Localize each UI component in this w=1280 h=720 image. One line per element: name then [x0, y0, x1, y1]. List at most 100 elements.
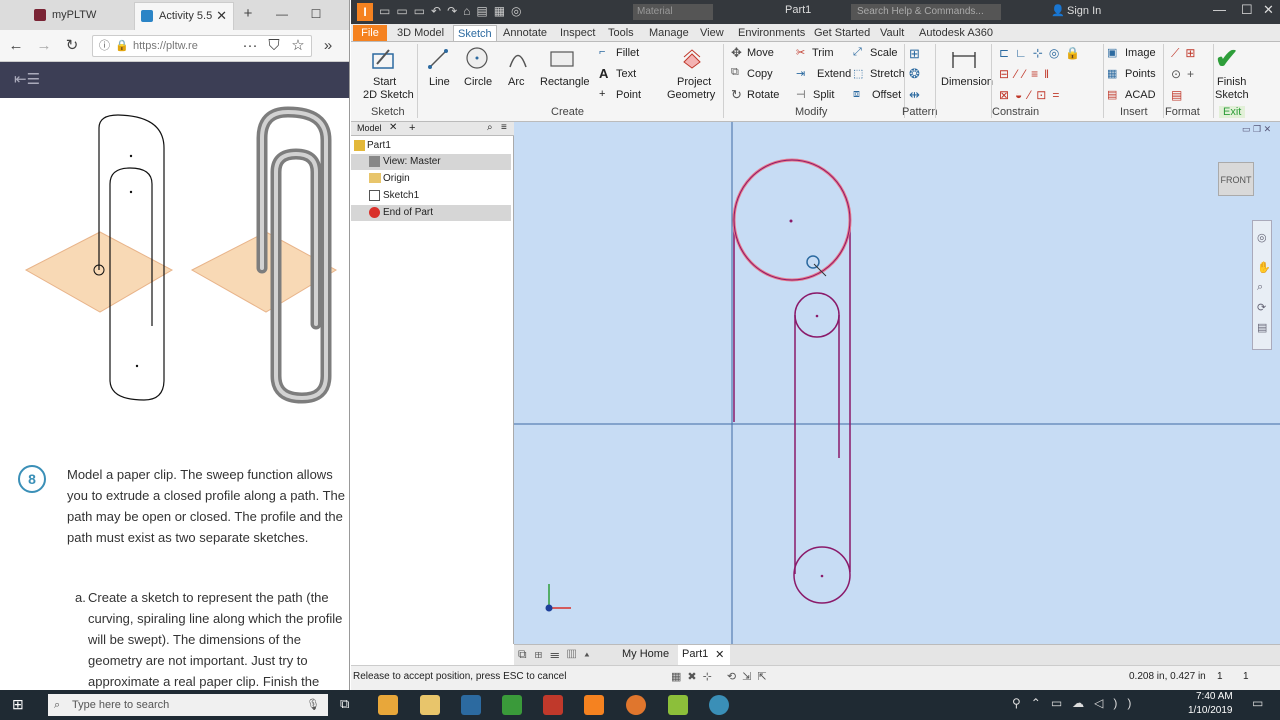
part1-doc-tab[interactable]: Part1 ✕ — [678, 645, 731, 666]
maximize-icon[interactable]: ☐ — [1241, 2, 1253, 18]
mirror-icon[interactable]: ⇹ — [909, 87, 920, 103]
app-taskbar-icon[interactable] — [502, 695, 522, 715]
circular-pattern-icon[interactable]: ❂ — [909, 66, 920, 82]
my-home-tab[interactable]: My Home — [622, 648, 669, 660]
tab-tools[interactable]: Tools — [604, 25, 638, 41]
start-sketch-label-1[interactable]: Start — [373, 76, 396, 88]
rotate-button[interactable]: Rotate — [747, 89, 779, 101]
chrome-taskbar-icon[interactable] — [378, 695, 398, 715]
copy-button[interactable]: Copy — [747, 68, 773, 80]
orbit-icon[interactable]: ⟳ — [1257, 301, 1266, 314]
tab-3d-model[interactable]: 3D Model — [393, 25, 448, 41]
trim-button[interactable]: Trim — [812, 47, 834, 59]
navigation-bar[interactable]: ◎ ✋ ⌕ ⟳ ▤ — [1252, 220, 1272, 350]
rectangle-button[interactable]: Rectangle — [540, 76, 590, 88]
overflow-chevron-icon[interactable]: » — [318, 36, 338, 56]
browser-tab-mypltw[interactable]: myPLTW — [28, 2, 132, 30]
pocket-icon[interactable]: ⛉ — [264, 36, 284, 56]
help-search-input[interactable]: Search Help & Commands... — [851, 4, 1001, 20]
stretch-button[interactable]: Stretch — [870, 68, 905, 80]
sign-in-link[interactable]: Sign In — [1067, 5, 1101, 17]
task-view-icon[interactable]: ⧉ — [340, 696, 349, 712]
minimize-icon[interactable]: — — [272, 4, 292, 24]
microphone-icon[interactable]: 🎙 — [306, 694, 320, 716]
taskbar-search-input[interactable]: ⌕ Type here to search 🎙 — [48, 694, 328, 716]
close-tab-icon[interactable]: ✕ — [715, 648, 724, 661]
close-icon[interactable]: ✕ — [1263, 2, 1274, 18]
windows-start-icon[interactable]: ⊞ — [12, 696, 24, 713]
inventor-taskbar-icon[interactable] — [584, 695, 604, 715]
reload-icon[interactable]: ↻ — [62, 36, 82, 56]
format-icons-row-1[interactable]: ⟋⊞ — [1171, 46, 1201, 61]
dimension-button[interactable]: Dimension — [941, 76, 993, 88]
forward-arrow-icon[interactable]: → — [34, 36, 54, 56]
file-explorer-taskbar-icon[interactable] — [420, 695, 440, 715]
point-button[interactable]: Point — [616, 89, 641, 101]
window-arrange-icons[interactable]: ⧉⊞☰▥▴ — [518, 647, 597, 662]
format-icons-row-2[interactable]: ⊙+ — [1171, 67, 1200, 81]
tree-item-origin[interactable]: Origin — [351, 171, 511, 187]
arc-button[interactable]: Arc — [508, 76, 525, 88]
finish-label-2[interactable]: Sketch — [1215, 89, 1249, 101]
tree-item-part[interactable]: Part1 — [351, 138, 511, 154]
finish-label-1[interactable]: Finish — [1217, 76, 1246, 88]
image-button[interactable]: Image — [1125, 47, 1156, 59]
move-button[interactable]: Move — [747, 47, 774, 59]
split-button[interactable]: Split — [813, 89, 834, 101]
scale-button[interactable]: Scale — [870, 47, 898, 59]
extend-button[interactable]: Extend — [817, 68, 851, 80]
graphics-viewport[interactable]: FRONT ◎ ✋ ⌕ ⟳ ▤ ▭ ❐ ✕ — [514, 122, 1280, 644]
tab-get-started[interactable]: Get Started — [810, 25, 874, 41]
constraint-icons-row-3[interactable]: ⊠◒⁄⊡= — [999, 88, 1065, 102]
autocad-taskbar-icon[interactable] — [543, 695, 563, 715]
tree-item-end-of-part[interactable]: End of Part — [351, 205, 511, 221]
text-button[interactable]: Text — [616, 68, 636, 80]
viewport-window-controls[interactable]: ▭ ❐ ✕ — [1242, 124, 1271, 135]
clock-time[interactable]: 7:40 AM — [1196, 691, 1233, 702]
close-tab-icon[interactable]: ✕ — [216, 3, 227, 29]
browser-tab-activity[interactable]: Activity 5.5 ✕ — [134, 2, 234, 30]
app-taskbar-icon[interactable] — [461, 695, 481, 715]
menu-icon[interactable]: ≡ — [501, 122, 507, 133]
group-create-label[interactable]: Create — [551, 106, 584, 118]
tab-manage[interactable]: Manage — [645, 25, 693, 41]
tab-inspect[interactable]: Inspect — [556, 25, 599, 41]
pan-icon[interactable]: ✋ — [1257, 261, 1271, 274]
fillet-button[interactable]: Fillet — [616, 47, 639, 59]
steering-wheel-icon[interactable]: ◎ — [1257, 231, 1267, 244]
firefox-taskbar-icon[interactable] — [626, 695, 646, 715]
group-constrain-label[interactable]: Constrain — [992, 106, 1039, 118]
offset-button[interactable]: Offset — [872, 89, 901, 101]
status-tool-icons[interactable]: ▦✖⊹ ⟲⇲⇱ — [671, 666, 773, 688]
format-icons-row-3[interactable]: ▤ — [1171, 88, 1182, 102]
group-format-label[interactable]: Format — [1165, 106, 1200, 118]
material-dropdown[interactable]: Material — [633, 4, 713, 20]
tab-autodesk-a360[interactable]: Autodesk A360 — [915, 25, 997, 41]
project-label-2[interactable]: Geometry — [667, 89, 715, 101]
rectangular-pattern-icon[interactable]: ⊞ — [909, 46, 920, 62]
tab-view[interactable]: View — [696, 25, 728, 41]
clock-date[interactable]: 1/10/2019 — [1188, 705, 1233, 716]
circle-button[interactable]: Circle — [464, 76, 492, 88]
line-button[interactable]: Line — [429, 76, 450, 88]
model-tab[interactable]: Model — [357, 123, 382, 133]
viewcube-front[interactable]: FRONT — [1218, 162, 1254, 196]
sketch-canvas[interactable] — [514, 122, 1280, 644]
points-button[interactable]: Points — [1125, 68, 1156, 80]
tree-item-sketch1[interactable]: Sketch1 — [351, 188, 511, 204]
zoom-icon[interactable]: ⌕ — [1257, 281, 1263, 294]
new-tab-icon[interactable]: + — [238, 4, 258, 24]
back-arrow-icon[interactable]: ← — [6, 36, 26, 56]
bookmark-star-icon[interactable]: ☆ — [288, 36, 308, 56]
system-tray-icons[interactable]: ⚲⌃▭☁◁)) — [1012, 696, 1141, 710]
app-taskbar-icon[interactable] — [709, 695, 729, 715]
look-at-icon[interactable]: ▤ — [1257, 321, 1267, 334]
project-label-1[interactable]: Project — [677, 76, 711, 88]
inventor-logo-icon[interactable]: I — [357, 3, 373, 21]
add-panel-icon[interactable]: + — [409, 122, 415, 134]
maximize-icon[interactable]: ☐ — [306, 4, 326, 24]
acad-button[interactable]: ACAD — [1125, 89, 1156, 101]
tab-environments[interactable]: Environments — [734, 25, 809, 41]
search-icon[interactable]: ⌕ — [487, 122, 493, 133]
constraint-icons-row-2[interactable]: ⊟⁄⁄≡‖ — [999, 67, 1055, 81]
